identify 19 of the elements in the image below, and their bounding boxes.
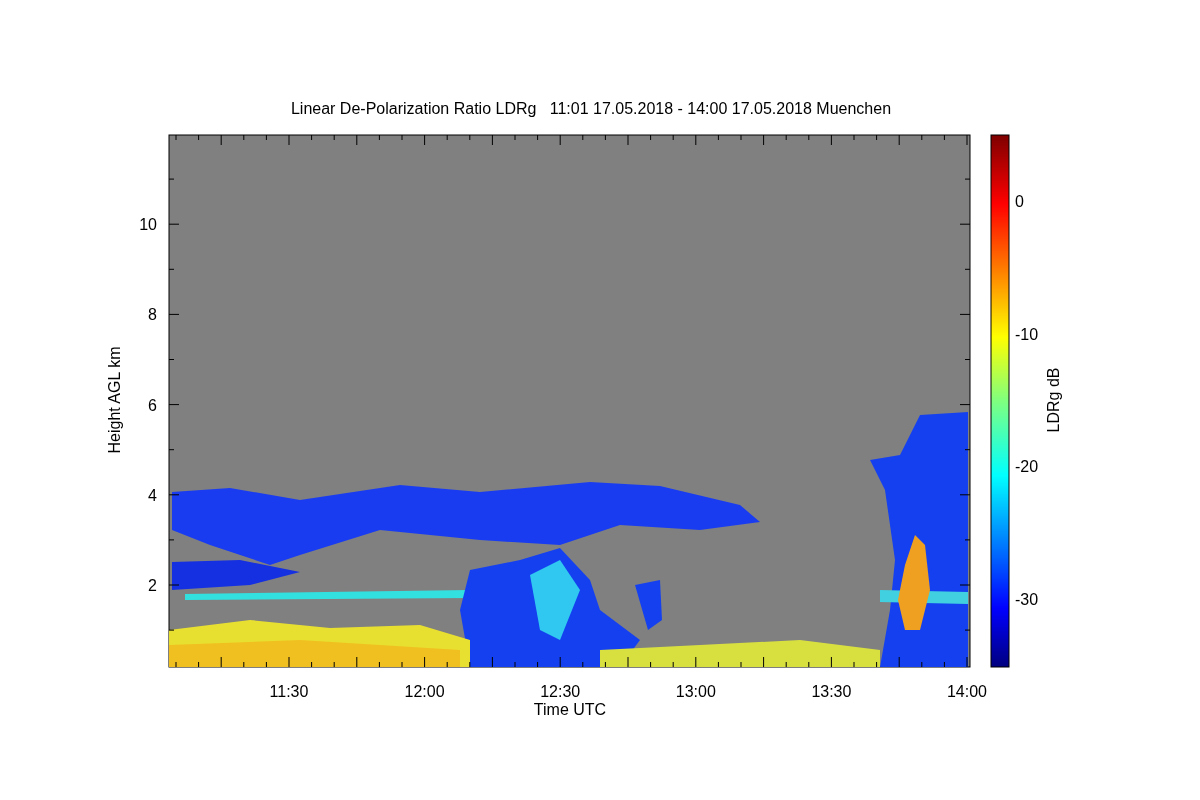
y-tick-label: 8 [148,306,157,324]
y-tick-label: 2 [148,577,157,594]
x-tick-label: 14:00 [947,683,987,700]
colorbar-label: LDRg dB [1045,367,1062,433]
x-tick-label: 11:30 [269,683,309,700]
colorbar-tick-label: -10 [1015,325,1039,343]
colorbar-tick-label: -30 [1015,591,1039,609]
y-axis-label: Height AGL km [106,346,123,454]
x-axis-label: Time UTC [533,701,607,718]
x-tick-label: 13:30 [811,683,852,700]
x-tick-label: 12:00 [404,683,445,700]
y-tick-label: 4 [148,486,157,504]
x-tick-label: 13:00 [675,683,716,700]
colorbar-tick-label: 0 [1015,193,1024,210]
chart-title: Linear De-Polarization Ratio LDRg 11:01 17.05.2018 - 14:00 17.05.2018 Muenchen [290,100,892,117]
y-tick-label: 10 [139,216,157,233]
x-tick-label: 12:30 [540,683,581,700]
y-tick-label: 6 [148,396,157,414]
colorbar-tick-label: -20 [1015,458,1039,476]
